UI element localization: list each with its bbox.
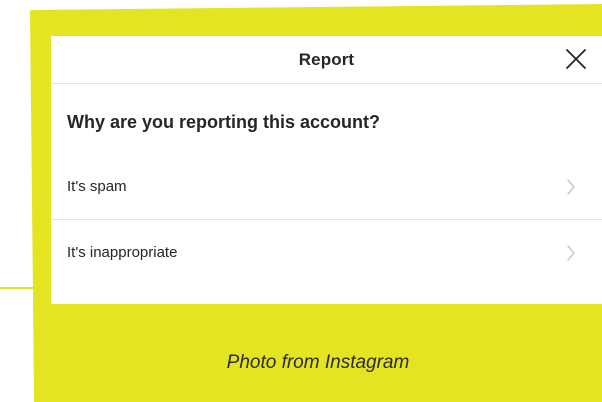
- report-question: Why are you reporting this account?: [67, 112, 381, 132]
- chevron-right-icon: [567, 178, 575, 195]
- dialog-header: Report: [51, 36, 602, 84]
- dialog-title: Report: [298, 49, 355, 69]
- option-spam[interactable]: It's spam: [51, 154, 602, 219]
- photo-caption: Photo from Instagram: [226, 352, 410, 373]
- close-icon: [566, 49, 586, 69]
- option-inappropriate[interactable]: It's inappropriate: [51, 219, 602, 285]
- option-label: It's inappropriate: [67, 244, 178, 261]
- option-label: It's spam: [67, 178, 127, 195]
- close-button[interactable]: [562, 45, 590, 73]
- report-dialog: Report Why are you reporting this accoun…: [51, 36, 602, 304]
- chevron-right-icon: [567, 244, 575, 261]
